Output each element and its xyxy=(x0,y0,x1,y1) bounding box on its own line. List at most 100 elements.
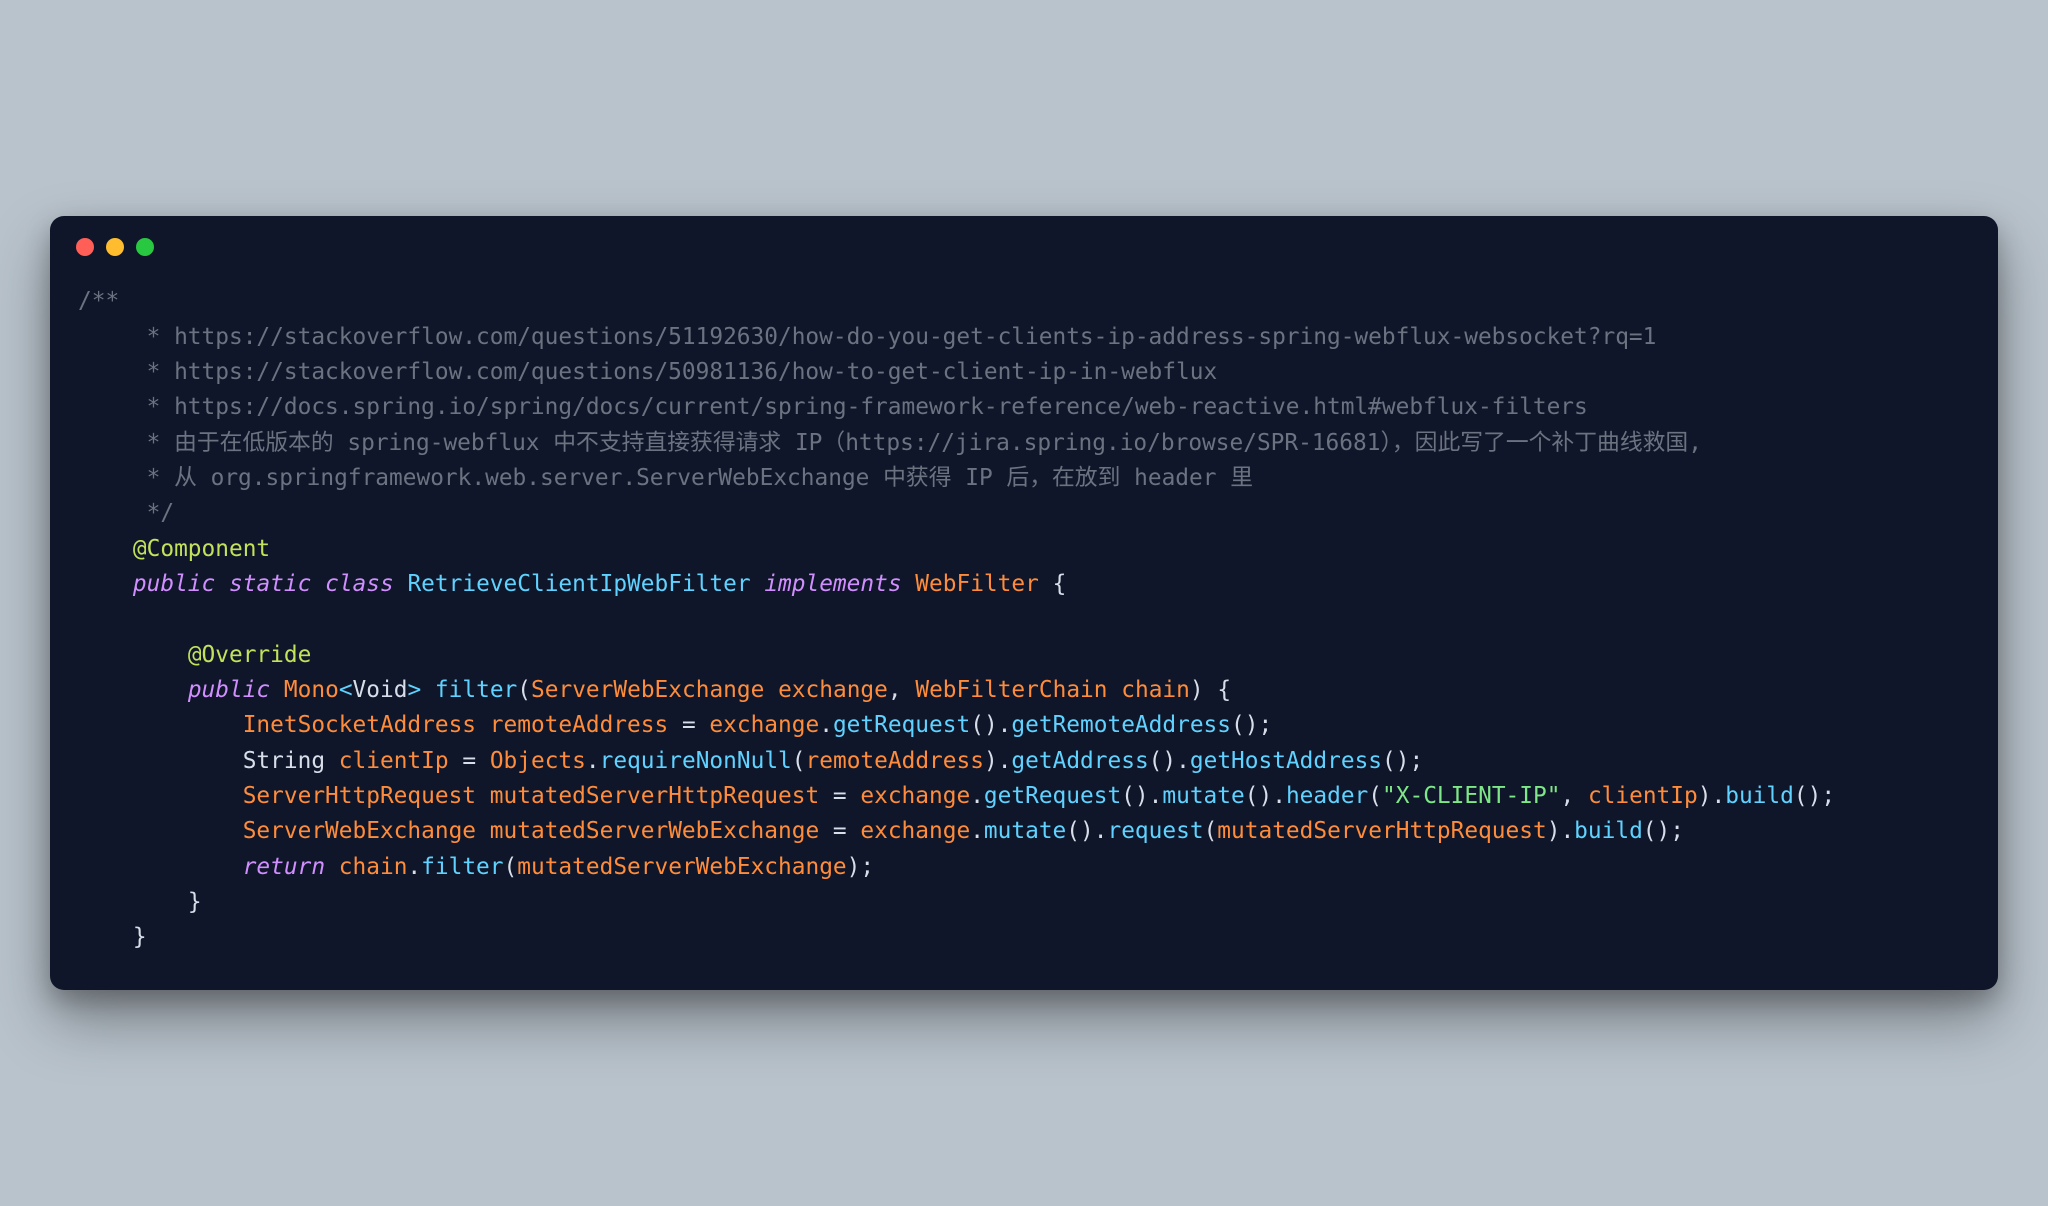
eq: = xyxy=(682,712,696,738)
type-shr: ServerHttpRequest xyxy=(243,783,476,809)
annotation-override: @Override xyxy=(188,642,312,668)
paren-open: ( xyxy=(1121,783,1135,809)
comma: , xyxy=(888,677,902,703)
paren-close: ) xyxy=(1190,677,1204,703)
kw-static: static xyxy=(229,571,311,597)
dot: . xyxy=(998,748,1012,774)
fn-getrequest: getRequest xyxy=(833,712,970,738)
kw-return: return xyxy=(243,854,325,880)
interface-name: WebFilter xyxy=(915,571,1039,597)
dot: . xyxy=(1176,748,1190,774)
semi: ; xyxy=(860,854,874,880)
annotation-component: @Component xyxy=(133,536,270,562)
paren-open: ( xyxy=(792,748,806,774)
fn-mutate: mutate xyxy=(1162,783,1244,809)
brace-open: { xyxy=(1053,571,1067,597)
string-literal: "X-CLIENT-IP" xyxy=(1382,783,1560,809)
id-chain: chain xyxy=(1121,677,1190,703)
semi: ; xyxy=(1821,783,1835,809)
dot: . xyxy=(586,748,600,774)
fn-mutate: mutate xyxy=(984,818,1066,844)
paren-close: ) xyxy=(1808,783,1822,809)
paren-close: ) xyxy=(1080,818,1094,844)
paren-open: ( xyxy=(1794,783,1808,809)
paren-close: ) xyxy=(1396,748,1410,774)
code-block: /** * https://stackoverflow.com/question… xyxy=(50,266,1998,989)
fn-build: build xyxy=(1574,818,1643,844)
fn-requirenonnull: requireNonNull xyxy=(600,748,792,774)
comment: * https://docs.spring.io/spring/docs/cur… xyxy=(78,394,1588,420)
dot: . xyxy=(1560,818,1574,844)
kw-implements: implements xyxy=(764,571,901,597)
fn-filter: filter xyxy=(421,854,503,880)
id-clientip: clientIp xyxy=(339,748,449,774)
titlebar xyxy=(50,216,1998,266)
eq: = xyxy=(833,818,847,844)
id-mswe: mutatedServerWebExchange xyxy=(490,818,819,844)
comment: * https://stackoverflow.com/questions/51… xyxy=(78,324,1656,350)
id-clientip: clientIp xyxy=(1588,783,1698,809)
paren-close: ) xyxy=(1657,818,1671,844)
paren-open: ( xyxy=(1643,818,1657,844)
angle-close: > xyxy=(407,677,421,703)
dot: . xyxy=(1711,783,1725,809)
comment: /** xyxy=(78,288,119,314)
paren-close: ) xyxy=(1258,783,1272,809)
dot: . xyxy=(998,712,1012,738)
kw-class: class xyxy=(325,571,394,597)
semi: ; xyxy=(1670,818,1684,844)
dot: . xyxy=(970,818,984,844)
paren-close: ) xyxy=(1135,783,1149,809)
id-remote: remoteAddress xyxy=(806,748,984,774)
id-exchange: exchange xyxy=(778,677,888,703)
dot: . xyxy=(1272,783,1286,809)
fn-request: request xyxy=(1107,818,1203,844)
paren-close: ) xyxy=(847,854,861,880)
paren-open: ( xyxy=(517,677,531,703)
type-objects: Objects xyxy=(490,748,586,774)
paren-close: ) xyxy=(1698,783,1712,809)
paren-open: ( xyxy=(1245,783,1259,809)
id-exchange: exchange xyxy=(860,783,970,809)
type-wfc: WebFilterChain xyxy=(915,677,1107,703)
id-remote: remoteAddress xyxy=(490,712,668,738)
fn-gethostaddress: getHostAddress xyxy=(1190,748,1382,774)
code-window: /** * https://stackoverflow.com/question… xyxy=(50,216,1998,989)
fn-header: header xyxy=(1286,783,1368,809)
minimize-icon[interactable] xyxy=(106,238,124,256)
paren-close: ) xyxy=(1245,712,1259,738)
id-exchange: exchange xyxy=(709,712,819,738)
dot: . xyxy=(407,854,421,880)
brace-close: } xyxy=(188,889,202,915)
paren-open: ( xyxy=(504,854,518,880)
fn-filter: filter xyxy=(435,677,517,703)
fn-build: build xyxy=(1725,783,1794,809)
semi: ; xyxy=(1410,748,1424,774)
paren-close: ) xyxy=(984,748,998,774)
type-mono: Mono xyxy=(284,677,339,703)
type-inet: InetSocketAddress xyxy=(243,712,476,738)
type-void: Void xyxy=(353,677,408,703)
paren-close: ) xyxy=(1162,748,1176,774)
type-swe: ServerWebExchange xyxy=(243,818,476,844)
kw-public: public xyxy=(133,571,215,597)
id-mshr: mutatedServerHttpRequest xyxy=(490,783,819,809)
dot: . xyxy=(970,783,984,809)
id-mshr: mutatedServerHttpRequest xyxy=(1217,818,1546,844)
kw-public: public xyxy=(188,677,270,703)
close-icon[interactable] xyxy=(76,238,94,256)
paren-open: ( xyxy=(1149,748,1163,774)
maximize-icon[interactable] xyxy=(136,238,154,256)
id-mswe: mutatedServerWebExchange xyxy=(517,854,846,880)
paren-open: ( xyxy=(1066,818,1080,844)
paren-close: ) xyxy=(984,712,998,738)
type-string: String xyxy=(243,748,325,774)
id-exchange: exchange xyxy=(860,818,970,844)
paren-open: ( xyxy=(970,712,984,738)
comment: * 由于在低版本的 spring-webflux 中不支持直接获得请求 IP（h… xyxy=(78,430,1702,456)
class-name: RetrieveClientIpWebFilter xyxy=(407,571,750,597)
comment: * 从 org.springframework.web.server.Serve… xyxy=(78,465,1253,491)
brace-close: } xyxy=(133,924,147,950)
comment: * https://stackoverflow.com/questions/50… xyxy=(78,359,1217,385)
paren-open: ( xyxy=(1368,783,1382,809)
